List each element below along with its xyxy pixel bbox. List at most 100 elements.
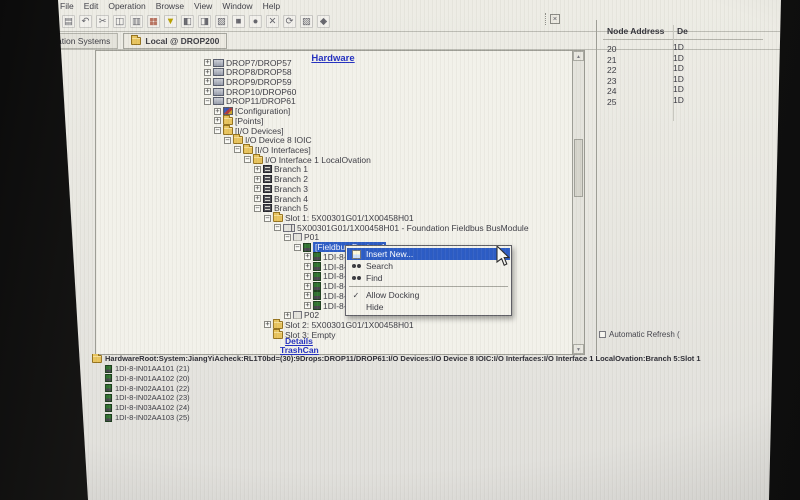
save-icon[interactable]: ◨ bbox=[198, 15, 211, 28]
menu-help[interactable]: Help bbox=[263, 1, 280, 11]
collapse-box-icon[interactable]: − bbox=[214, 127, 221, 134]
expand-box-icon[interactable]: + bbox=[264, 321, 271, 328]
tree-item[interactable]: +DROP9/DROP59 bbox=[204, 77, 292, 86]
expand-box-icon[interactable]: + bbox=[204, 78, 211, 85]
menu-view[interactable]: View bbox=[194, 1, 212, 11]
tree-item[interactable]: +Slot 2: 5X00301G01/1X00458H01 bbox=[264, 320, 414, 329]
expand-box-icon[interactable]: + bbox=[254, 176, 261, 183]
expand-box-icon[interactable]: + bbox=[254, 166, 261, 173]
result-item[interactable]: 1DI-8-IN01AA102 (20) bbox=[105, 374, 190, 383]
tree-item[interactable]: +Branch 4 bbox=[254, 194, 308, 203]
collapse-box-icon[interactable]: − bbox=[284, 234, 291, 241]
undo-icon[interactable]: ↶ bbox=[79, 15, 92, 28]
tree-item[interactable]: −Slot 1: 5X00301G01/1X00458H01 bbox=[264, 214, 414, 223]
result-item[interactable]: 1DI-8-IN02AA103 (25) bbox=[105, 413, 190, 422]
collapse-box-icon[interactable]: − bbox=[264, 215, 271, 222]
collapse-box-icon[interactable]: − bbox=[224, 137, 231, 144]
print-icon[interactable]: ▤ bbox=[62, 15, 75, 28]
expand-box-icon[interactable]: + bbox=[304, 292, 311, 299]
close-icon[interactable]: × bbox=[550, 14, 560, 24]
collapse-box-icon[interactable]: − bbox=[234, 146, 241, 153]
expand-box-icon[interactable]: + bbox=[284, 312, 291, 319]
result-item[interactable]: 1DI-8-IN03AA102 (24) bbox=[105, 403, 190, 412]
result-item[interactable]: 1DI-8-IN02AA102 (23) bbox=[105, 393, 190, 402]
expand-box-icon[interactable]: + bbox=[204, 59, 211, 66]
tab-systems[interactable]: ation Systems bbox=[30, 33, 118, 49]
expand-box-icon[interactable]: + bbox=[304, 283, 311, 290]
tree-item[interactable]: +DROP8/DROP58 bbox=[204, 68, 292, 77]
expand-box-icon[interactable]: + bbox=[304, 253, 311, 260]
column-header-device[interactable]: De bbox=[677, 26, 693, 36]
tree-item[interactable]: −Branch 5 bbox=[254, 204, 308, 213]
refresh-icon[interactable]: ⟳ bbox=[283, 15, 296, 28]
camera-icon[interactable]: ■ bbox=[232, 15, 245, 28]
menu-item-allow-docking[interactable]: ✓Allow Docking bbox=[347, 289, 510, 301]
expand-box-icon[interactable]: + bbox=[204, 88, 211, 95]
expand-box-icon[interactable]: + bbox=[214, 117, 221, 124]
menu-item-insert-new[interactable]: Insert New... bbox=[347, 248, 510, 260]
filter-icon[interactable]: ▼ bbox=[164, 15, 177, 28]
tree-item[interactable]: −[I/O Devices] bbox=[214, 126, 284, 135]
clipboard-icon[interactable]: ▧ bbox=[215, 15, 228, 28]
tree-item[interactable]: −I/O Device 8 IOIC bbox=[224, 136, 312, 145]
paste-icon[interactable]: ▥ bbox=[130, 15, 143, 28]
search-icon[interactable]: ● bbox=[249, 15, 262, 28]
column-header-node-address[interactable]: Node Address bbox=[607, 26, 664, 36]
tree-item[interactable]: +Branch 1 bbox=[254, 165, 308, 174]
menu-edit[interactable]: Edit bbox=[84, 1, 99, 11]
collapse-box-icon[interactable]: − bbox=[274, 224, 281, 231]
table-row[interactable]: 241D bbox=[607, 84, 687, 94]
collapse-box-icon[interactable]: − bbox=[204, 98, 211, 105]
tree-item[interactable]: −5X00301G01/1X00458H01 - Foundation Fiel… bbox=[274, 223, 529, 232]
menu-item-hide[interactable]: Hide bbox=[347, 301, 510, 313]
result-item[interactable]: 1DI-8-IN02AA101 (22) bbox=[105, 384, 190, 393]
table-row[interactable]: 201D bbox=[607, 42, 687, 52]
copy-icon[interactable]: ◫ bbox=[113, 15, 126, 28]
expand-box-icon[interactable]: + bbox=[254, 195, 261, 202]
tree-item[interactable]: +DROP10/DROP60 bbox=[204, 87, 296, 96]
tree-item[interactable]: −P01 bbox=[284, 233, 319, 242]
tab-local-drop200[interactable]: Local @ DROP200 bbox=[123, 33, 227, 49]
expand-box-icon[interactable]: + bbox=[254, 185, 261, 192]
result-path-row[interactable]: HardwareRoot:System:JiangYiAcheck:RL1T0b… bbox=[92, 354, 772, 363]
collapse-box-icon[interactable]: − bbox=[254, 205, 261, 212]
delete-icon[interactable]: ✕ bbox=[266, 15, 279, 28]
menu-browse[interactable]: Browse bbox=[156, 1, 184, 11]
expand-box-icon[interactable]: + bbox=[214, 108, 221, 115]
open-icon[interactable]: ◧ bbox=[181, 15, 194, 28]
tree-item[interactable]: +DROP7/DROP57 bbox=[204, 58, 292, 67]
menu-file[interactable]: File bbox=[60, 1, 74, 11]
table-row[interactable]: 231D bbox=[607, 74, 687, 84]
expand-box-icon[interactable]: + bbox=[204, 69, 211, 76]
collapse-box-icon[interactable]: − bbox=[244, 156, 251, 163]
app-icon[interactable]: ◆ bbox=[317, 15, 330, 28]
tree-item[interactable]: +Branch 3 bbox=[254, 184, 308, 193]
menu-item-find[interactable]: Find bbox=[347, 272, 510, 284]
tree-item[interactable]: +P02 bbox=[284, 311, 319, 320]
color-tiles-icon[interactable]: ▦ bbox=[147, 15, 160, 28]
collapse-box-icon[interactable]: − bbox=[294, 244, 301, 251]
tree-item[interactable]: −DROP11/DROP61 bbox=[204, 97, 296, 106]
tree-item[interactable]: +[Points] bbox=[214, 116, 263, 125]
table-row[interactable]: 211D bbox=[607, 53, 687, 63]
scroll-up-icon[interactable]: ▲ bbox=[573, 51, 584, 61]
tools-icon[interactable]: ▨ bbox=[300, 15, 313, 28]
tree-item[interactable]: −[I/O Interfaces] bbox=[234, 145, 311, 154]
result-item[interactable]: 1DI-8-IN01AA101 (21) bbox=[105, 364, 190, 373]
scrollbar-thumb[interactable] bbox=[574, 139, 583, 197]
table-row[interactable]: 251D bbox=[607, 95, 687, 105]
hardware-title[interactable]: Hardware bbox=[96, 53, 570, 64]
cut-icon[interactable]: ✂ bbox=[96, 15, 109, 28]
menu-operation[interactable]: Operation bbox=[108, 1, 145, 11]
tree-item[interactable]: +Branch 2 bbox=[254, 175, 308, 184]
toolbar-grip[interactable] bbox=[545, 13, 547, 25]
auto-refresh-checkbox[interactable] bbox=[599, 331, 606, 338]
menu-item-search[interactable]: Search bbox=[347, 260, 510, 272]
expand-box-icon[interactable]: + bbox=[304, 273, 311, 280]
table-row[interactable]: 221D bbox=[607, 63, 687, 73]
expand-box-icon[interactable]: + bbox=[304, 263, 311, 270]
tree-scrollbar[interactable]: ▲ ▼ bbox=[572, 51, 584, 354]
tree-item[interactable]: −I/O Interface 1 LocalOvation bbox=[244, 155, 371, 164]
expand-box-icon[interactable]: + bbox=[304, 302, 311, 309]
menu-window[interactable]: Window bbox=[222, 1, 252, 11]
